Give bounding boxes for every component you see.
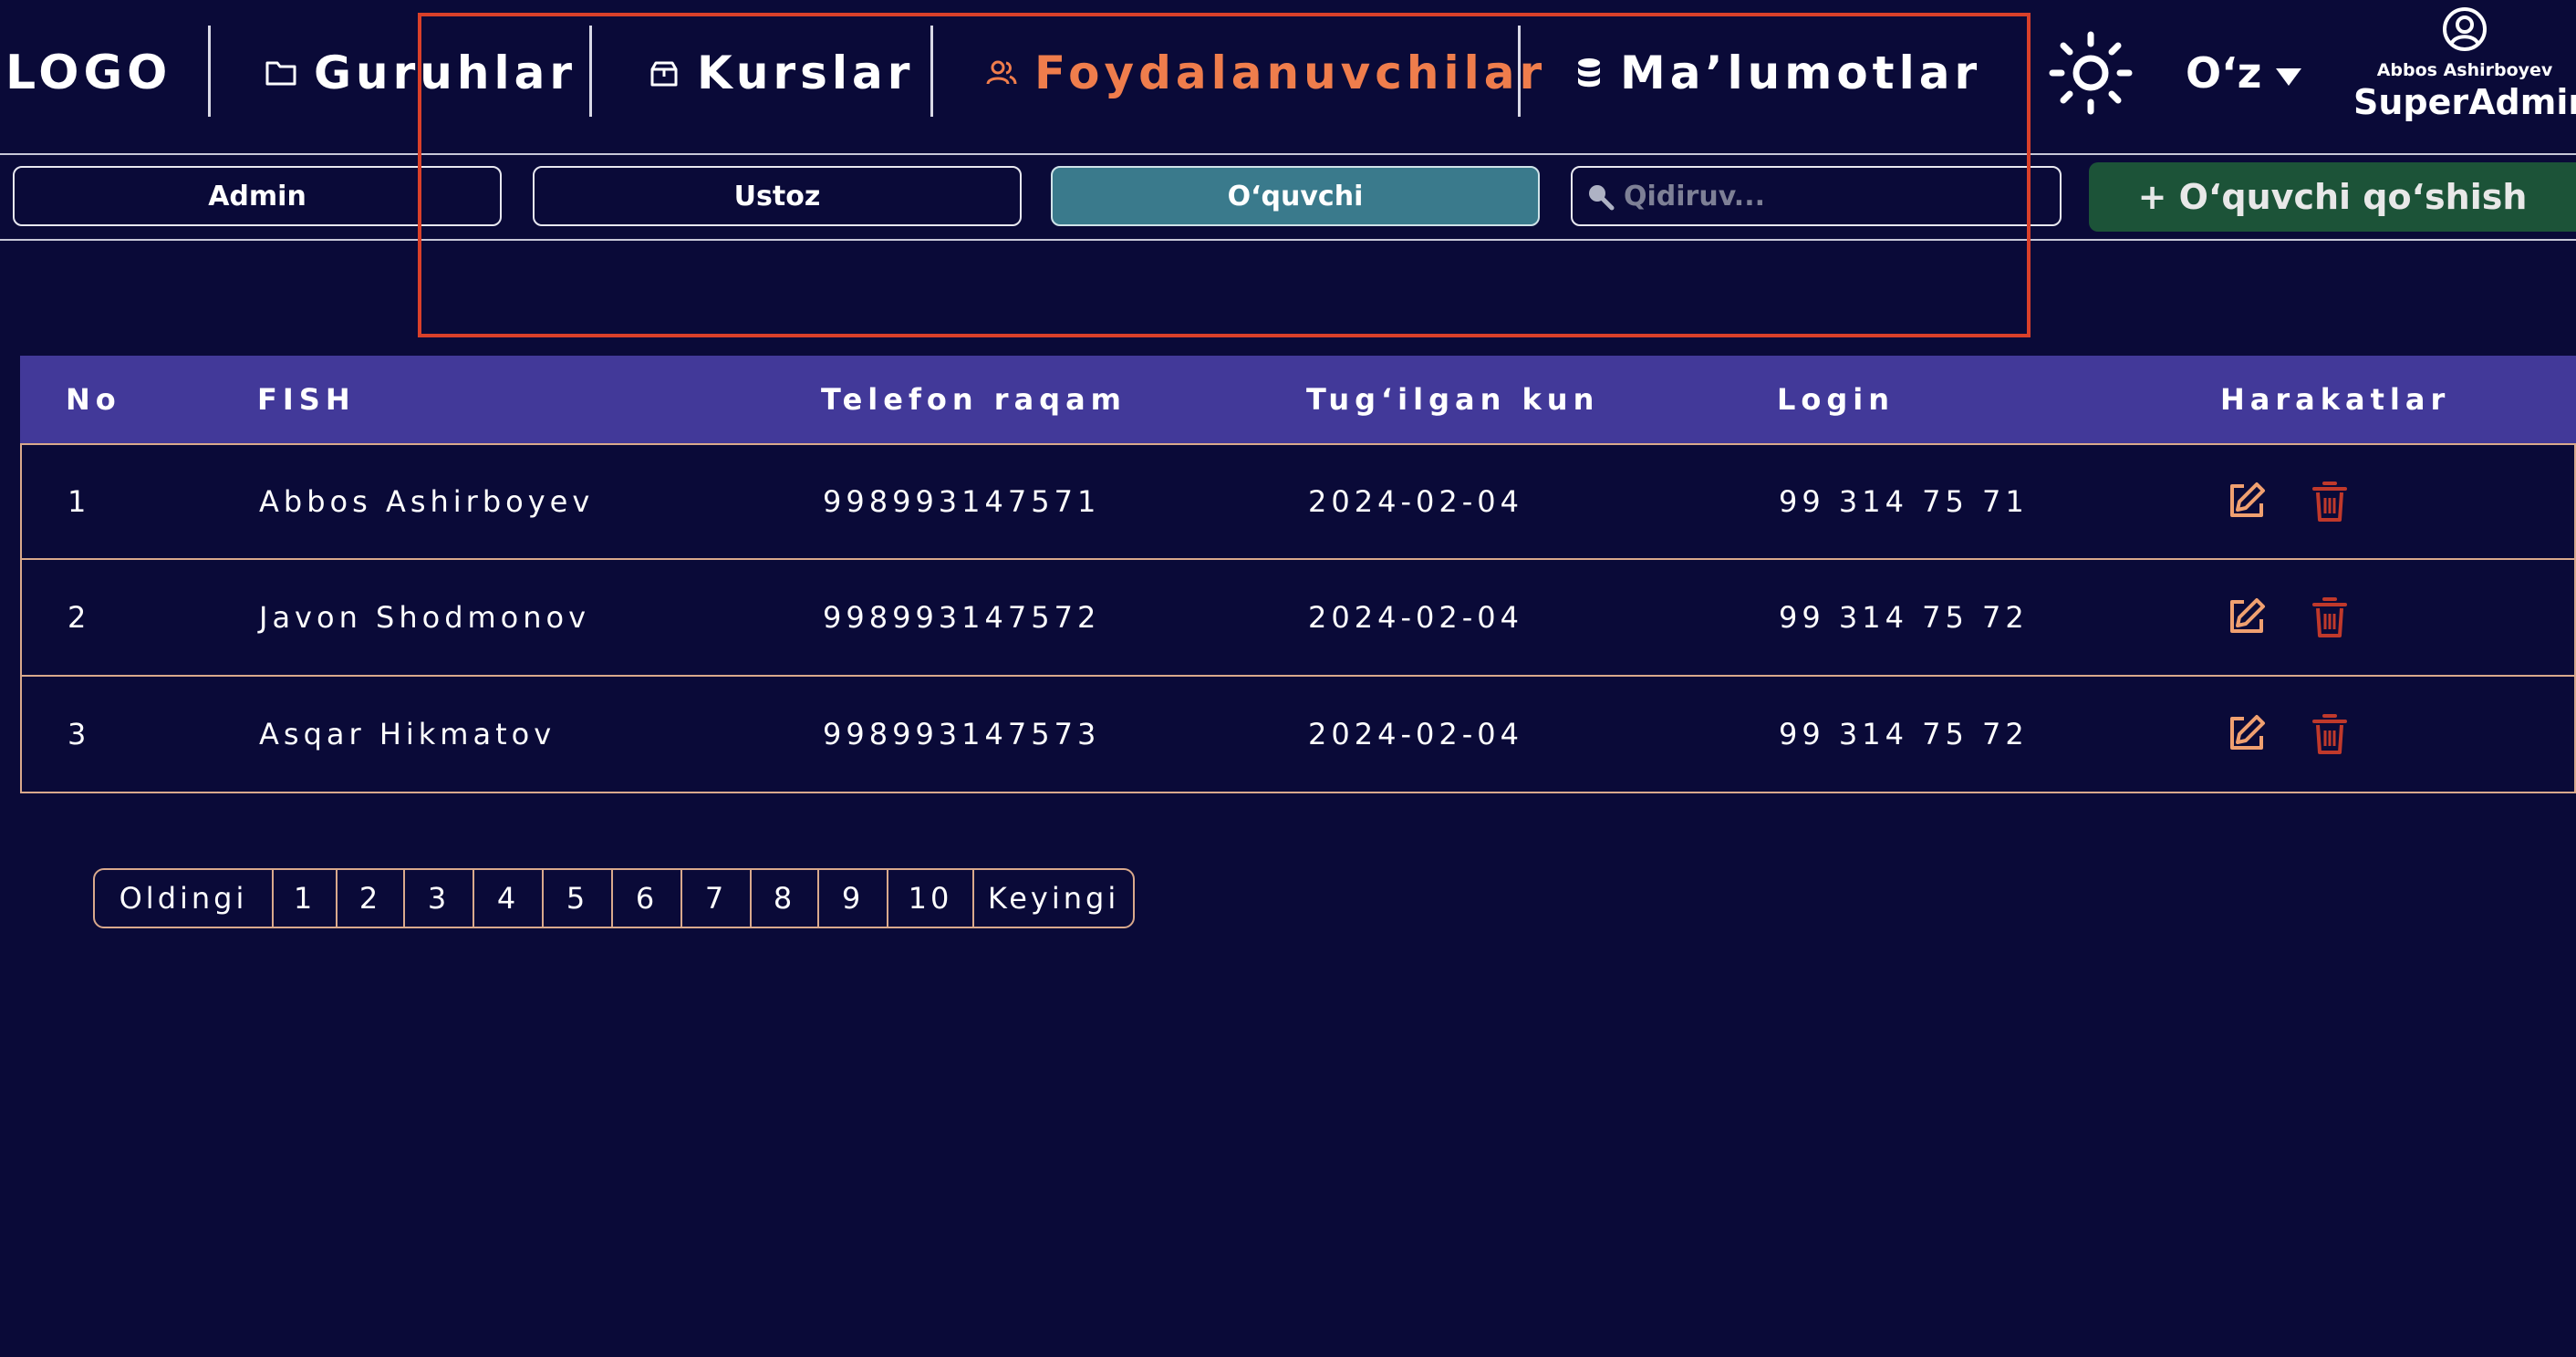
theme-toggle-button[interactable] <box>2049 31 2133 115</box>
trash-icon[interactable] <box>2311 481 2348 523</box>
cell-birthday: 2024-02-04 <box>1308 484 1523 519</box>
cell-phone: 998993147573 <box>823 717 1101 751</box>
table-row: 3 Asqar Hikmatov 998993147573 2024-02-04… <box>20 677 2576 793</box>
nav-divider <box>208 26 211 117</box>
user-role: SuperAdmin <box>2353 82 2576 122</box>
language-label: O‘z <box>2186 48 2262 98</box>
pagination-page[interactable]: 6 <box>611 870 680 927</box>
column-header-login: Login <box>1777 382 1896 417</box>
cell-no: 3 <box>68 717 91 751</box>
trash-icon[interactable] <box>2311 596 2348 638</box>
table-row: 2 Javon Shodmonov 998993147572 2024-02-0… <box>20 560 2576 677</box>
table-row: 1 Abbos Ashirboyev 998993147571 2024-02-… <box>20 443 2576 560</box>
logo[interactable]: LOGO <box>5 36 171 109</box>
edit-icon[interactable] <box>2226 714 2266 754</box>
cell-birthday: 2024-02-04 <box>1308 600 1523 635</box>
cell-fish: Abbos Ashirboyev <box>259 484 595 519</box>
user-menu[interactable]: Abbos Ashirboyev SuperAdmin <box>2353 5 2576 142</box>
cell-actions <box>2226 677 2348 792</box>
pagination-page[interactable]: 5 <box>542 870 611 927</box>
caret-down-icon <box>2274 36 2303 109</box>
column-header-no: No <box>66 382 121 417</box>
edit-icon[interactable] <box>2226 597 2266 637</box>
edit-icon[interactable] <box>2226 482 2266 522</box>
cell-fish: Asqar Hikmatov <box>259 717 556 751</box>
folder-icon <box>265 58 297 88</box>
cell-phone: 998993147571 <box>823 484 1101 519</box>
trash-icon[interactable] <box>2311 713 2348 755</box>
cell-fish: Javon Shodmonov <box>259 600 591 635</box>
pagination: Oldingi 1 2 3 4 5 6 7 8 9 10 Keyingi <box>93 868 1135 928</box>
cell-login: 99 314 75 72 <box>1779 600 2029 635</box>
user-name: Abbos Ashirboyev <box>2376 60 2553 80</box>
pagination-page[interactable]: 7 <box>680 870 750 927</box>
cell-birthday: 2024-02-04 <box>1308 717 1523 751</box>
user-circle-icon <box>2443 7 2487 51</box>
pagination-page[interactable]: 10 <box>887 870 972 927</box>
cell-phone: 998993147572 <box>823 600 1101 635</box>
cell-no: 2 <box>68 600 91 635</box>
pagination-next[interactable]: Keyingi <box>972 870 1133 927</box>
cell-login: 99 314 75 71 <box>1779 484 2029 519</box>
pagination-page[interactable]: 3 <box>403 870 473 927</box>
column-header-actions: Harakatlar <box>2220 382 2451 417</box>
pagination-page[interactable]: 8 <box>750 870 817 927</box>
pagination-page[interactable]: 4 <box>473 870 542 927</box>
highlight-box <box>418 13 2031 337</box>
pagination-page[interactable]: 2 <box>336 870 403 927</box>
pagination-page[interactable]: 1 <box>272 870 336 927</box>
sun-icon <box>2049 31 2133 115</box>
cell-actions <box>2226 560 2348 675</box>
column-header-phone: Telefon raqam <box>821 382 1127 417</box>
language-selector[interactable]: O‘z <box>2186 36 2303 109</box>
pagination-page[interactable]: 9 <box>817 870 887 927</box>
cell-actions <box>2226 445 2348 558</box>
pagination-prev[interactable]: Oldingi <box>95 870 272 927</box>
column-header-fish: FISH <box>257 382 356 417</box>
column-header-birthday: Tug‘ilgan kun <box>1306 382 1600 417</box>
cell-no: 1 <box>68 484 91 519</box>
students-table: No FISH Telefon raqam Tug‘ilgan kun Logi… <box>20 356 2576 793</box>
table-header: No FISH Telefon raqam Tug‘ilgan kun Logi… <box>20 356 2576 443</box>
cell-login: 99 314 75 72 <box>1779 717 2029 751</box>
add-student-button[interactable]: + O‘quvchi qo‘shish <box>2089 162 2576 232</box>
